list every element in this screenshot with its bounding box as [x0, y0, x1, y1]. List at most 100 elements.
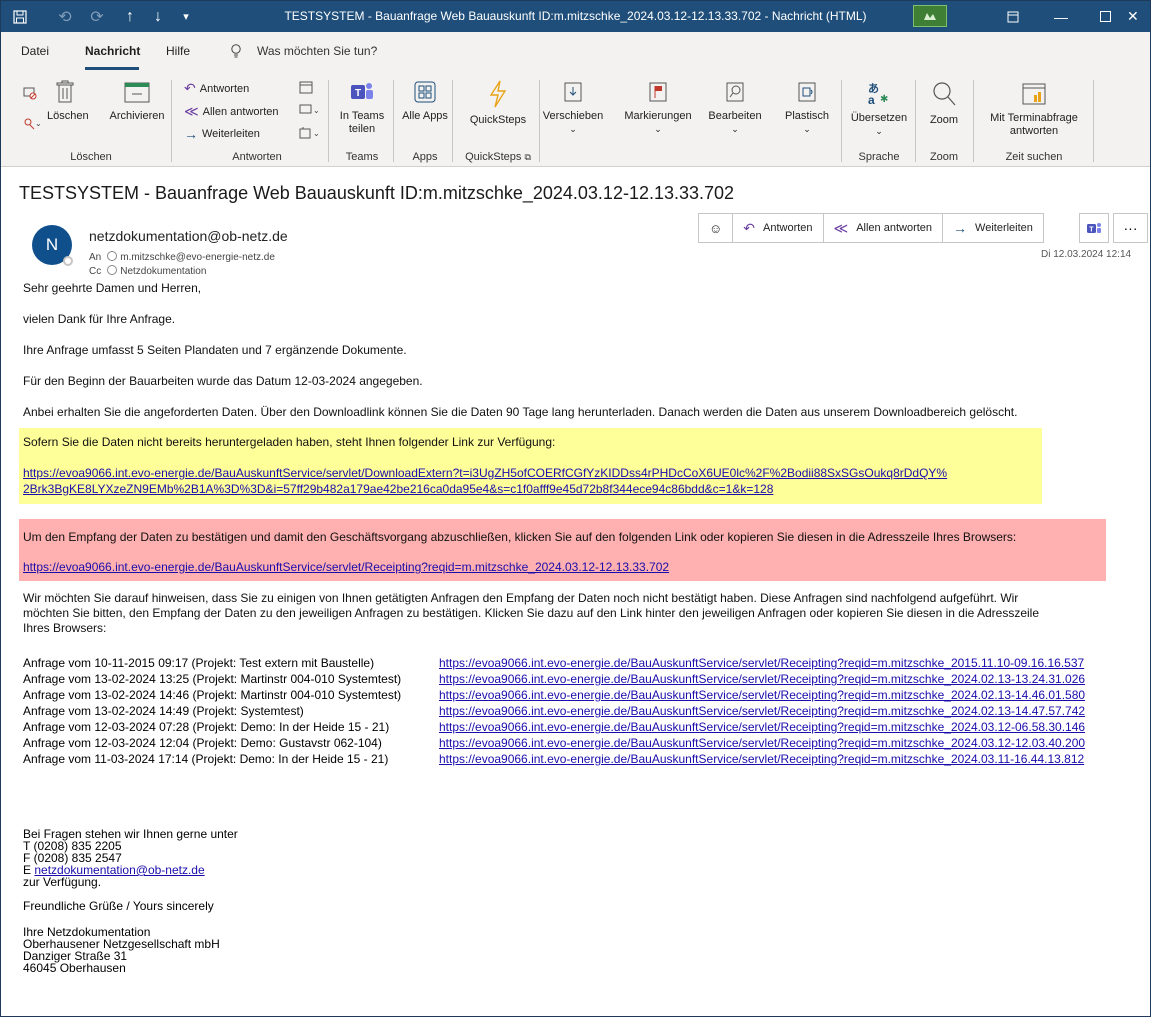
translate-button[interactable]: あ a ✱ Übersetzen ⌄ — [845, 80, 913, 138]
translate-label: Übersetzen — [850, 112, 908, 124]
teams-icon: T — [1087, 223, 1101, 234]
greeting: Sehr geehrte Damen und Herren, — [23, 281, 202, 295]
reply-all-button[interactable]: ≪ Allen antworten — [184, 103, 278, 120]
group-separator — [841, 80, 842, 162]
avatar[interactable]: N — [32, 225, 73, 266]
download-info-text: Anbei erhalten Sie die angeforderten Dat… — [23, 405, 1018, 419]
archive-label: Archivieren — [109, 110, 165, 122]
svg-text:T: T — [355, 88, 361, 99]
email-subject: TESTSYSTEM - Bauanfrage Web Bauauskunft … — [19, 183, 735, 203]
tab-nachricht[interactable]: Nachricht — [85, 44, 140, 58]
ribbon: ⌄ Löschen Archivieren Löschen ↶ Antworte… — [1, 72, 1150, 167]
thanks-text: vielen Dank für Ihre Anfrage. — [23, 312, 176, 326]
minimize-icon[interactable]: — — [1039, 1, 1083, 32]
smiley-icon: ☺ — [709, 220, 723, 236]
group-separator — [328, 80, 329, 162]
reply-all-action-button[interactable]: ≪ Allen antworten — [824, 214, 944, 242]
signature-line-4: 46045 Oberhausen — [23, 961, 126, 975]
pending-request-link[interactable]: https://evoa9066.int.evo-energie.de/BauA… — [439, 736, 1085, 750]
forward-action-label: Weiterleiten — [975, 222, 1033, 234]
reply-action-button[interactable]: ↶ Antworten — [733, 214, 824, 242]
forward-button[interactable]: → Weiterleiten — [184, 126, 260, 142]
editing-button[interactable]: Bearbeiten ⌄ — [703, 80, 767, 136]
scope-text: Ihre Anfrage umfasst 5 Seiten Plandaten … — [23, 343, 407, 357]
zoom-button[interactable]: Zoom — [919, 80, 969, 127]
cleanup-icon[interactable]: ⌄ — [23, 116, 42, 134]
all-apps-button[interactable]: Alle Apps — [402, 80, 448, 123]
quicksteps-label: QuickSteps — [469, 114, 527, 126]
group-label-quicksteps: QuickSteps ⧉ — [459, 151, 537, 163]
forward-action-button[interactable]: → Weiterleiten — [943, 214, 1043, 242]
pending-request-link[interactable]: https://evoa9066.int.evo-energie.de/BauA… — [439, 720, 1085, 734]
pending-request-label: Anfrage vom 13-02-2024 14:46 (Projekt: M… — [23, 688, 402, 702]
more-respond-icon[interactable]: ⌄ — [299, 126, 319, 140]
account-icon[interactable] — [913, 5, 947, 27]
close-icon[interactable]: ✕ — [1127, 1, 1150, 32]
pending-request-link[interactable]: https://evoa9066.int.evo-energie.de/BauA… — [439, 688, 1085, 702]
cc-recipient[interactable]: Netzdokumentation — [120, 266, 206, 277]
reply-with-meeting-poll-button[interactable]: Mit Terminabfrage antworten — [979, 80, 1089, 138]
lightbulb-icon — [230, 44, 242, 61]
reply-action-label: Antworten — [763, 222, 813, 234]
reply-icon: ↶ — [743, 219, 756, 236]
archive-button[interactable]: Archivieren — [105, 80, 169, 123]
download-link-continued[interactable]: 2Brk3BgKE8LYXzeZN9EMb%2B1A%3D%3D&i=57ff2… — [23, 482, 773, 496]
svg-text:T: T — [1089, 227, 1094, 234]
group-separator — [452, 80, 453, 162]
immersive-reader-button[interactable]: Plastisch ⌄ — [777, 80, 837, 136]
pending-request-label: Anfrage vom 12-03-2024 07:28 (Projekt: D… — [23, 720, 390, 734]
svg-text:⌄: ⌄ — [313, 129, 319, 138]
presence-icon — [63, 256, 73, 266]
group-label-antworten: Antworten — [232, 151, 282, 163]
teams-chat-button[interactable]: T — [1079, 213, 1109, 243]
quicksteps-button[interactable]: QuickSteps — [461, 80, 535, 127]
tab-hilfe[interactable]: Hilfe — [166, 44, 190, 58]
svg-text:a: a — [868, 93, 875, 106]
pending-request-link[interactable]: https://evoa9066.int.evo-energie.de/BauA… — [439, 672, 1085, 686]
share-to-teams-button[interactable]: T In Teams teilen — [336, 80, 388, 136]
tab-datei[interactable]: Datei — [21, 44, 49, 58]
download-hint-text: Sofern Sie die Daten nicht bereits herun… — [23, 435, 556, 449]
im-reply-icon[interactable]: ⌄ — [299, 103, 319, 117]
pending-request-link[interactable]: https://evoa9066.int.evo-energie.de/BauA… — [439, 656, 1084, 670]
active-tab-indicator — [85, 67, 139, 70]
maximize-icon[interactable] — [1083, 1, 1127, 32]
to-label: An — [89, 252, 102, 263]
group-label-loeschen: Löschen — [70, 151, 112, 163]
reply-all-icon: ≪ — [184, 103, 199, 119]
chevron-down-icon: ⌄ — [731, 124, 739, 134]
move-label: Verschieben — [542, 110, 604, 122]
pending-request-link[interactable]: https://evoa9066.int.evo-energie.de/BauA… — [439, 752, 1084, 766]
ignore-icon[interactable] — [23, 86, 37, 104]
ribbon-display-icon[interactable] — [991, 1, 1035, 32]
pending-text-line-2: möchten Sie bitten, den Empfang der Date… — [23, 606, 1039, 620]
message-actions: ☺ ↶ Antworten ≪ Allen antworten → Weiterlei… — [698, 213, 1044, 243]
avatar-initial: N — [45, 235, 59, 254]
meeting-reply-icon[interactable] — [299, 80, 313, 94]
available-text: zur Verfügung. — [23, 875, 102, 889]
download-link[interactable]: https://evoa9066.int.evo-energie.de/BauA… — [23, 466, 947, 480]
pending-request-label: Anfrage vom 12-03-2024 12:04 (Projekt: D… — [23, 736, 382, 750]
dialog-launcher-icon[interactable]: ⧉ — [524, 152, 530, 162]
chevron-down-icon: ⌄ — [654, 124, 662, 134]
reply-button[interactable]: ↶ Antworten — [184, 80, 249, 97]
pending-text-line-1: Wir möchten Sie darauf hinweisen, dass S… — [23, 591, 1019, 605]
reply-label: Antworten — [199, 82, 250, 95]
delete-button[interactable]: Löschen — [47, 80, 89, 123]
sender-address[interactable]: netzdokumentation@ob-netz.de — [89, 228, 288, 244]
emoji-reaction-button[interactable]: ☺ — [699, 214, 734, 242]
confirm-link[interactable]: https://evoa9066.int.evo-energie.de/BauA… — [23, 560, 669, 574]
group-label-apps: Apps — [412, 151, 438, 163]
group-separator — [539, 80, 540, 162]
pending-request-link[interactable]: https://evoa9066.int.evo-energie.de/BauA… — [439, 704, 1085, 718]
pending-request-label: Anfrage vom 13-02-2024 14:49 (Projekt: S… — [23, 704, 304, 718]
group-label-zoom: Zoom — [929, 151, 959, 163]
move-button[interactable]: Verschieben ⌄ — [541, 80, 605, 136]
chevron-down-icon: ⌄ — [569, 124, 577, 134]
tags-button[interactable]: Markierungen ⌄ — [615, 80, 701, 136]
tell-me-search[interactable]: Was möchten Sie tun? — [257, 44, 377, 58]
to-recipient[interactable]: m.mitzschke@evo-energie-netz.de — [120, 252, 275, 263]
svg-text:⌄: ⌄ — [313, 106, 319, 115]
more-actions-button[interactable]: ··· — [1113, 213, 1148, 243]
regards-text: Freundliche Grüße / Yours sincerely — [23, 899, 214, 913]
